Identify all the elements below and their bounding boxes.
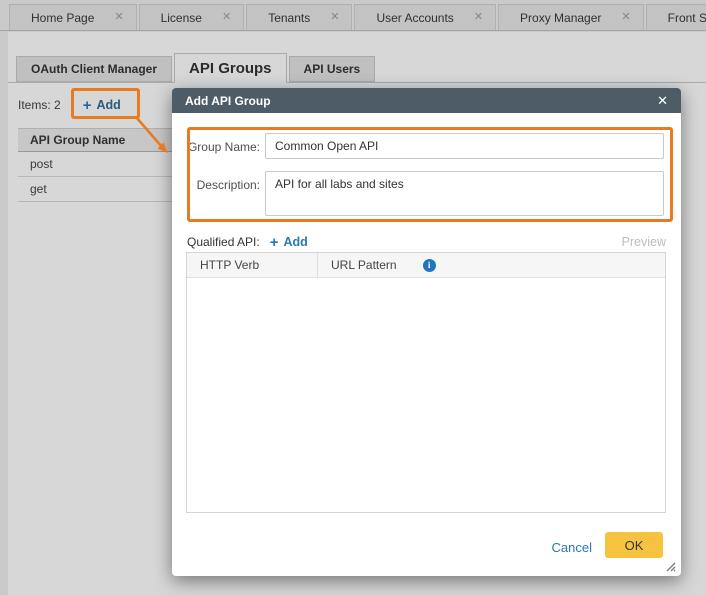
column-label: URL Pattern: [331, 258, 397, 272]
info-icon[interactable]: i: [422, 258, 436, 272]
ok-button[interactable]: OK: [605, 532, 663, 558]
add-api-group-dialog: Add API Group ✕ Group Name: Description:…: [172, 88, 681, 576]
column-http-verb: HTTP Verb: [187, 253, 318, 277]
qualified-api-table-header: HTTP Verb URL Pattern i: [187, 253, 665, 278]
column-label: HTTP Verb: [200, 258, 260, 272]
qualified-api-row: Qualified API: + Add Preview: [187, 234, 666, 250]
plus-icon: +: [269, 233, 279, 251]
description-label: Description:: [196, 178, 260, 192]
group-name-field[interactable]: [265, 133, 664, 159]
close-icon[interactable]: ✕: [657, 94, 668, 107]
preview-link-disabled: Preview: [621, 235, 666, 249]
column-url-pattern: URL Pattern i: [318, 253, 665, 277]
add-button-label: Add: [283, 235, 308, 249]
add-qualified-api-button[interactable]: + Add: [270, 235, 308, 250]
qualified-api-label: Qualified API:: [187, 235, 260, 249]
resize-handle-icon[interactable]: [666, 562, 676, 572]
group-name-label: Group Name:: [187, 140, 260, 154]
qualified-api-table: HTTP Verb URL Pattern i: [186, 252, 666, 513]
dialog-title: Add API Group: [185, 93, 271, 108]
dialog-header[interactable]: Add API Group ✕: [172, 88, 681, 113]
cancel-button[interactable]: Cancel: [552, 540, 592, 555]
description-field[interactable]: API for all labs and sites: [265, 171, 664, 216]
